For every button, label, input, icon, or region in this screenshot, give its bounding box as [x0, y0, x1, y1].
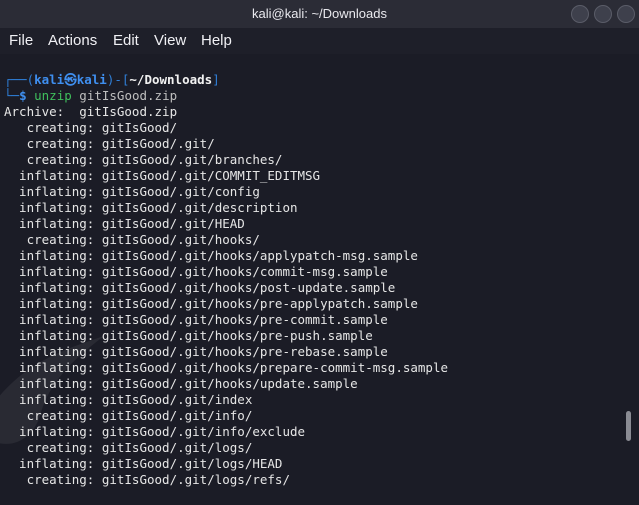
output-line: inflating: gitIsGood/.git/hooks/applypat…	[4, 248, 418, 263]
menu-view[interactable]: View	[154, 28, 186, 54]
prompt-symbol: $	[19, 88, 27, 103]
output-line: creating: gitIsGood/.git/logs/refs/	[4, 472, 290, 487]
output-line: inflating: gitIsGood/.git/hooks/commit-m…	[4, 264, 388, 279]
output-line: creating: gitIsGood/.git/branches/	[4, 152, 283, 167]
prompt-path: ~/Downloads	[129, 72, 213, 87]
output-line: creating: gitIsGood/.git/logs/	[4, 440, 253, 455]
output-line: inflating: gitIsGood/.git/config	[4, 184, 260, 199]
output-line: creating: gitIsGood/.git/hooks/	[4, 232, 260, 247]
output-line: inflating: gitIsGood/.git/logs/HEAD	[4, 456, 283, 471]
output-line: inflating: gitIsGood/.git/description	[4, 200, 298, 215]
output-line: creating: gitIsGood/.git/	[4, 136, 215, 151]
output-line: inflating: gitIsGood/.git/hooks/pre-appl…	[4, 296, 418, 311]
prompt-line-top: ┌──(kali㉿kali)-[~/Downloads]	[4, 72, 220, 88]
menu-edit[interactable]: Edit	[113, 28, 139, 54]
title-bar[interactable]: kali@kali: ~/Downloads	[0, 0, 639, 28]
prompt-separator: )-[	[106, 72, 130, 87]
output-line: inflating: gitIsGood/.git/hooks/pre-reba…	[4, 344, 388, 359]
command-name: unzip	[34, 88, 72, 103]
output-line: inflating: gitIsGood/.git/hooks/pre-push…	[4, 328, 373, 343]
output-line: inflating: gitIsGood/.git/hooks/post-upd…	[4, 280, 396, 295]
output-line: inflating: gitIsGood/.git/hooks/prepare-…	[4, 360, 449, 375]
output-line: creating: gitIsGood/.git/info/	[4, 408, 253, 423]
menu-file[interactable]: File	[9, 28, 33, 54]
terminal-output-area[interactable]: ┌──(kali㉿kali)-[~/Downloads] └─$ unzip g…	[0, 54, 622, 505]
menu-actions[interactable]: Actions	[48, 28, 97, 54]
prompt-bracket-end: ]	[212, 72, 220, 87]
output-line: inflating: gitIsGood/.git/hooks/update.s…	[4, 376, 358, 391]
prompt-corner-top: ┌──(	[4, 72, 35, 87]
output-line: inflating: gitIsGood/.git/COMMIT_EDITMSG	[4, 168, 321, 183]
output-line: Archive: gitIsGood.zip	[4, 104, 178, 119]
command-argument: gitIsGood.zip	[79, 88, 178, 103]
menu-bar: File Actions Edit View Help	[0, 28, 639, 54]
output-line: inflating: gitIsGood/.git/hooks/pre-comm…	[4, 312, 388, 327]
prompt-corner-bottom: └─	[4, 88, 20, 103]
window-title: kali@kali: ~/Downloads	[252, 6, 387, 21]
scrollbar-thumb[interactable]	[626, 411, 631, 441]
output-line: creating: gitIsGood/	[4, 120, 178, 135]
terminal-window: kali@kali: ~/Downloads File Actions Edit…	[0, 0, 639, 505]
maximize-button[interactable]	[594, 5, 612, 23]
menu-help[interactable]: Help	[201, 28, 232, 54]
prompt-user: kali㉿kali	[34, 72, 107, 87]
prompt-line-bottom: └─$ unzip gitIsGood.zip	[4, 88, 177, 104]
output-line: inflating: gitIsGood/.git/index	[4, 392, 253, 407]
close-button[interactable]	[617, 5, 635, 23]
output-line: inflating: gitIsGood/.git/info/exclude	[4, 424, 306, 439]
output-line: inflating: gitIsGood/.git/HEAD	[4, 216, 245, 231]
minimize-button[interactable]	[571, 5, 589, 23]
